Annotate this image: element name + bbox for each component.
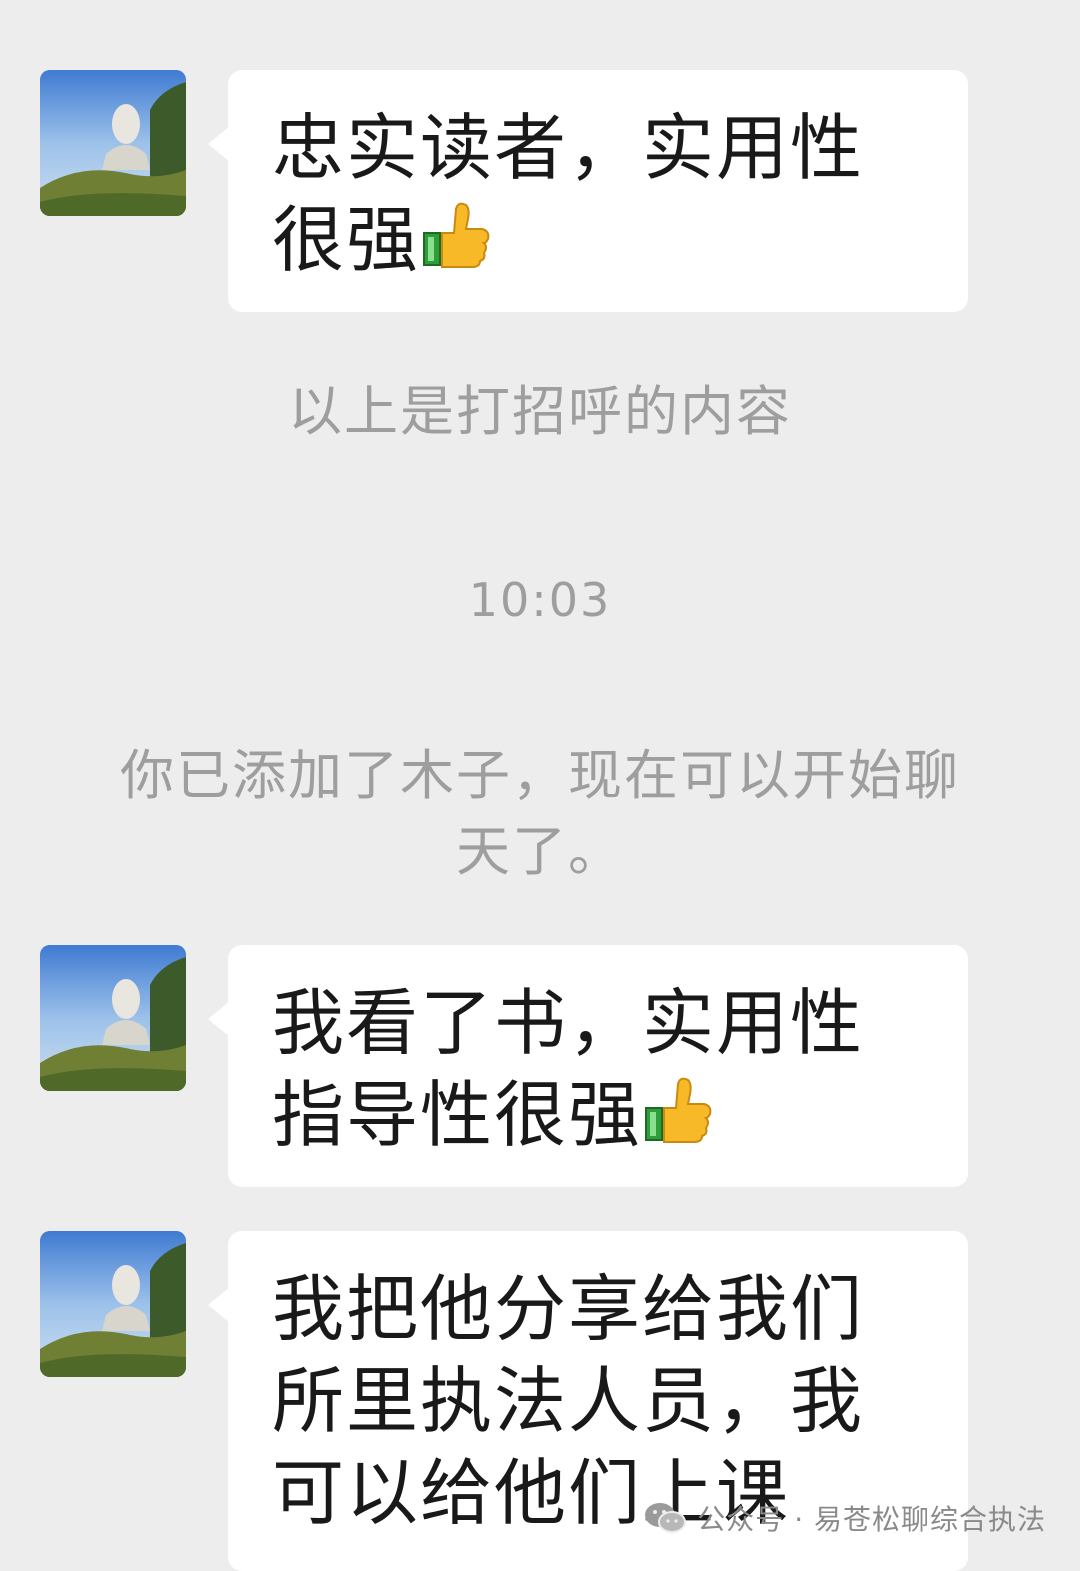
message-text: 我看了书，实用性指导性很强: [272, 981, 865, 1157]
thumbs-up-icon: [645, 1077, 712, 1143]
message-bubble[interactable]: 忠实读者，实用性很强: [208, 70, 968, 312]
contact-avatar[interactable]: [40, 945, 186, 1091]
wechat-icon: [645, 1503, 687, 1533]
message-text: 忠实读者，实用性很强: [272, 106, 865, 282]
contact-avatar[interactable]: [40, 1231, 186, 1377]
greeting-note: 以上是打招呼的内容: [288, 380, 792, 443]
watermark-text: 公众号 · 易苍松聊综合执法: [697, 1503, 1046, 1536]
message-bubble[interactable]: 我看了书，实用性指导性很强: [208, 945, 968, 1187]
thumbs-up-icon: [423, 202, 490, 268]
contact-avatar[interactable]: [40, 70, 186, 216]
watermark: 公众号 · 易苍松聊综合执法: [643, 1498, 1046, 1538]
message-text: 我把他分享给我们所里执法人员，我可以给他们上课: [272, 1267, 865, 1535]
timestamp: 10:03: [468, 573, 612, 627]
added-contact-notice: 你已添加了木子，现在可以开始聊天了。: [120, 744, 960, 883]
